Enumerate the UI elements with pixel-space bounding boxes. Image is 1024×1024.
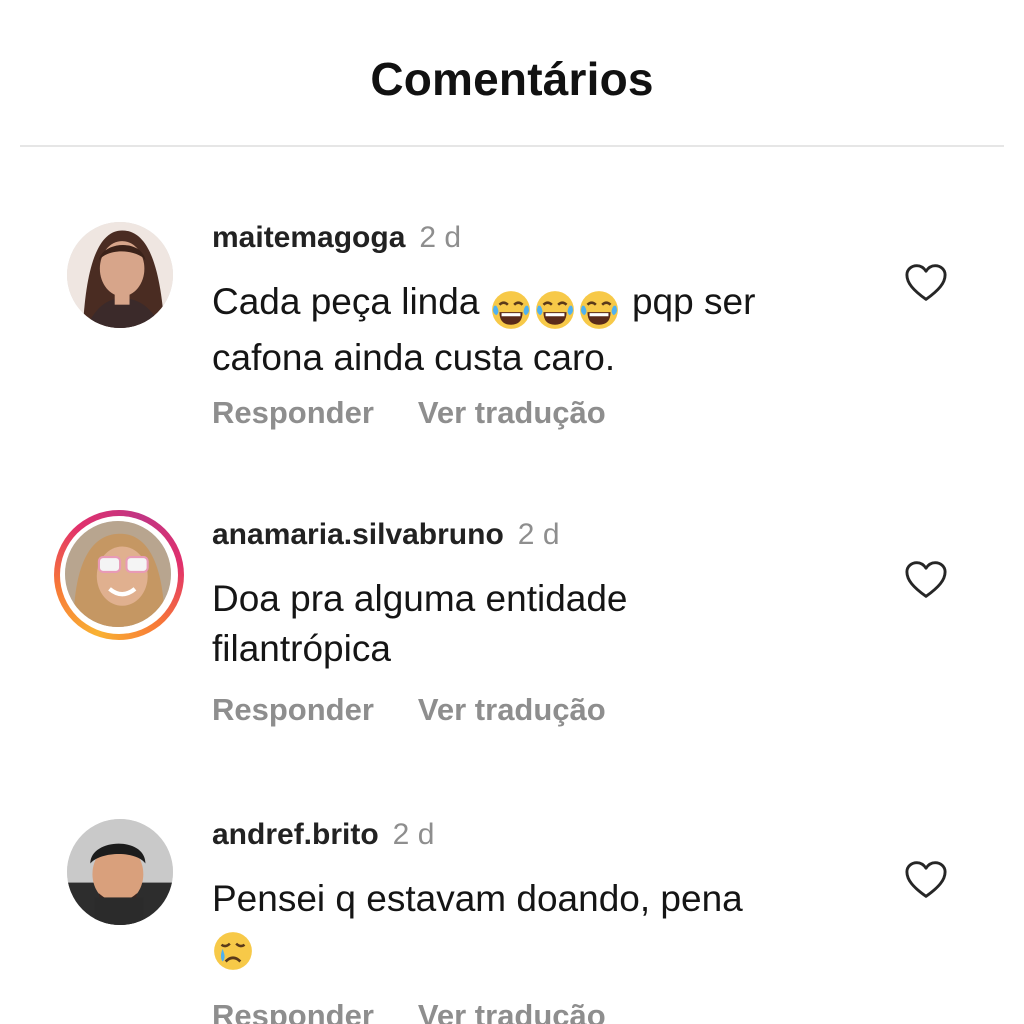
story-ring[interactable] [54,510,184,640]
heart-outline-icon[interactable] [904,560,948,600]
reply-button[interactable]: Responder [212,692,374,727]
comment-text: Cada peça linda pqp ser cafona ainda cus… [212,277,832,383]
comment-text: Doa pra alguma entidade filantrópica [212,578,628,669]
page-title: Comentários [370,53,654,105]
comment-time: 2 d [517,518,560,551]
translate-button[interactable]: Ver tradução [418,998,606,1024]
comment-text-part: Pensei q estavam doando, pena [212,878,743,919]
face-with-tears-of-joy-icon [578,289,620,331]
header-divider [20,145,1004,147]
username-link[interactable]: maitemagoga [212,221,405,254]
comments-screen: Comentários maitemagoga 2 d Cada peça lin… [0,0,1024,1024]
emoji-group [490,283,622,333]
crying-face-icon [212,930,254,972]
heart-outline-icon[interactable] [904,860,948,900]
avatar-photo [67,222,173,328]
comment-actions: Responder Ver tradução [212,395,650,431]
avatar[interactable] [67,222,173,328]
translate-button[interactable]: Ver tradução [418,692,606,727]
comment-meta: anamaria.silvabruno 2 d [212,518,560,552]
comment-time: 2 d [392,818,435,851]
reply-button[interactable]: Responder [212,395,374,430]
face-with-tears-of-joy-icon [534,289,576,331]
avatar-photo [67,819,173,925]
avatar-photo [65,521,171,627]
username-link[interactable]: anamaria.silvabruno [212,518,504,551]
comment-text: Pensei q estavam doando, pena [212,874,832,974]
avatar[interactable] [67,819,173,925]
comment-actions: Responder Ver tradução [212,998,650,1024]
comment-meta: andref.brito 2 d [212,818,434,852]
heart-outline-icon[interactable] [904,263,948,303]
comment-time: 2 d [419,221,462,254]
comment-actions: Responder Ver tradução [212,692,650,728]
username-link[interactable]: andref.brito [212,818,379,851]
comment-text-part: Cada peça linda [212,281,480,322]
face-with-tears-of-joy-icon [490,289,532,331]
translate-button[interactable]: Ver tradução [418,395,606,430]
comments-header: Comentários [0,0,1024,147]
comment-meta: maitemagoga 2 d [212,221,461,255]
avatar[interactable] [65,521,171,627]
reply-button[interactable]: Responder [212,998,374,1024]
